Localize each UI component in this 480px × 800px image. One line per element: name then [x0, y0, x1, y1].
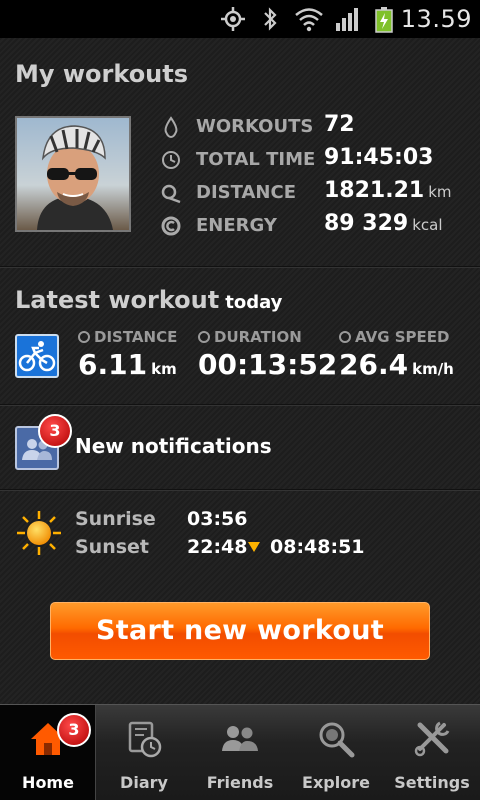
latest-avg-speed: AVG SPEED 26.4 km/h: [339, 328, 454, 381]
stat-label: TOTAL TIME: [196, 149, 316, 170]
home-screen: My workouts WORKOUTS 72 TOTAL TIME 91:45…: [0, 38, 480, 704]
latest-workout-date: today: [225, 292, 283, 313]
signal-icon: [336, 8, 358, 31]
home-badge: 3: [57, 713, 91, 747]
clock-text: 13.59: [400, 5, 472, 33]
stat-value: 1821.21 km: [324, 178, 452, 203]
sun-icon: [17, 511, 61, 555]
explore-icon: [319, 722, 355, 758]
start-workout-button[interactable]: Start new workout: [50, 602, 430, 660]
friends-icon: [222, 726, 258, 751]
distance-icon: [78, 331, 90, 343]
drop-icon: [164, 116, 178, 138]
profile-photo: [17, 118, 129, 230]
tab-label: Explore: [302, 773, 370, 792]
stat-value: 89 329 kcal: [324, 211, 443, 236]
tab-explore[interactable]: Explore: [288, 705, 384, 800]
my-workouts-title: My workouts: [15, 60, 189, 88]
divider: [0, 404, 480, 406]
arrow-down-icon: [248, 542, 260, 552]
stat-energy: ENERGY 89 329 kcal: [160, 211, 480, 241]
latest-workout-title: Latest workout today: [15, 286, 283, 314]
clock-icon: [198, 331, 210, 343]
cycling-icon[interactable]: [15, 334, 59, 378]
stat-label: WORKOUTS: [196, 116, 314, 137]
divider: [0, 266, 480, 268]
diary-icon: [128, 721, 162, 758]
stat-label: DISTANCE: [196, 182, 296, 203]
gps-icon: [221, 7, 245, 31]
sunrise-row: Sunrise 03:56: [75, 508, 248, 530]
status-bar: 13.59: [0, 0, 480, 38]
bluetooth-icon: [264, 7, 277, 31]
tab-label: Diary: [120, 773, 168, 792]
distance-icon: [161, 184, 181, 204]
tab-friends[interactable]: Friends: [192, 705, 288, 800]
avatar[interactable]: [15, 116, 131, 232]
stat-label: ENERGY: [196, 215, 277, 236]
battery-icon: [375, 7, 393, 33]
energy-icon: [161, 216, 181, 236]
settings-icon: [414, 721, 450, 757]
latest-duration: DURATION 00:13:52: [198, 328, 338, 381]
latest-distance: DISTANCE 6.11 km: [78, 328, 178, 381]
tab-label: Settings: [394, 773, 470, 792]
stat-total-time: TOTAL TIME 91:45:03: [160, 145, 480, 175]
tab-label: Friends: [206, 773, 274, 792]
notifications-label[interactable]: New notifications: [75, 434, 272, 458]
speed-icon: [339, 331, 351, 343]
clock-icon: [162, 151, 180, 169]
bottom-nav: 3 Home Diary Friends Explore Settings: [0, 704, 480, 800]
tab-home[interactable]: 3 Home: [0, 705, 96, 800]
divider: [0, 489, 480, 491]
stat-distance: DISTANCE 1821.21 km: [160, 178, 480, 208]
stat-value: 91:45:03: [324, 145, 434, 170]
tab-label: Home: [22, 773, 74, 792]
sunset-row: Sunset 22:48: [75, 536, 248, 558]
tab-diary[interactable]: Diary: [96, 705, 192, 800]
stat-workouts: WORKOUTS 72: [160, 112, 480, 142]
day-length: 08:48:51: [248, 536, 365, 558]
tab-settings[interactable]: Settings: [384, 705, 480, 800]
wifi-icon: [295, 8, 323, 32]
notification-badge: 3: [38, 414, 72, 448]
stat-value: 72: [324, 112, 355, 137]
